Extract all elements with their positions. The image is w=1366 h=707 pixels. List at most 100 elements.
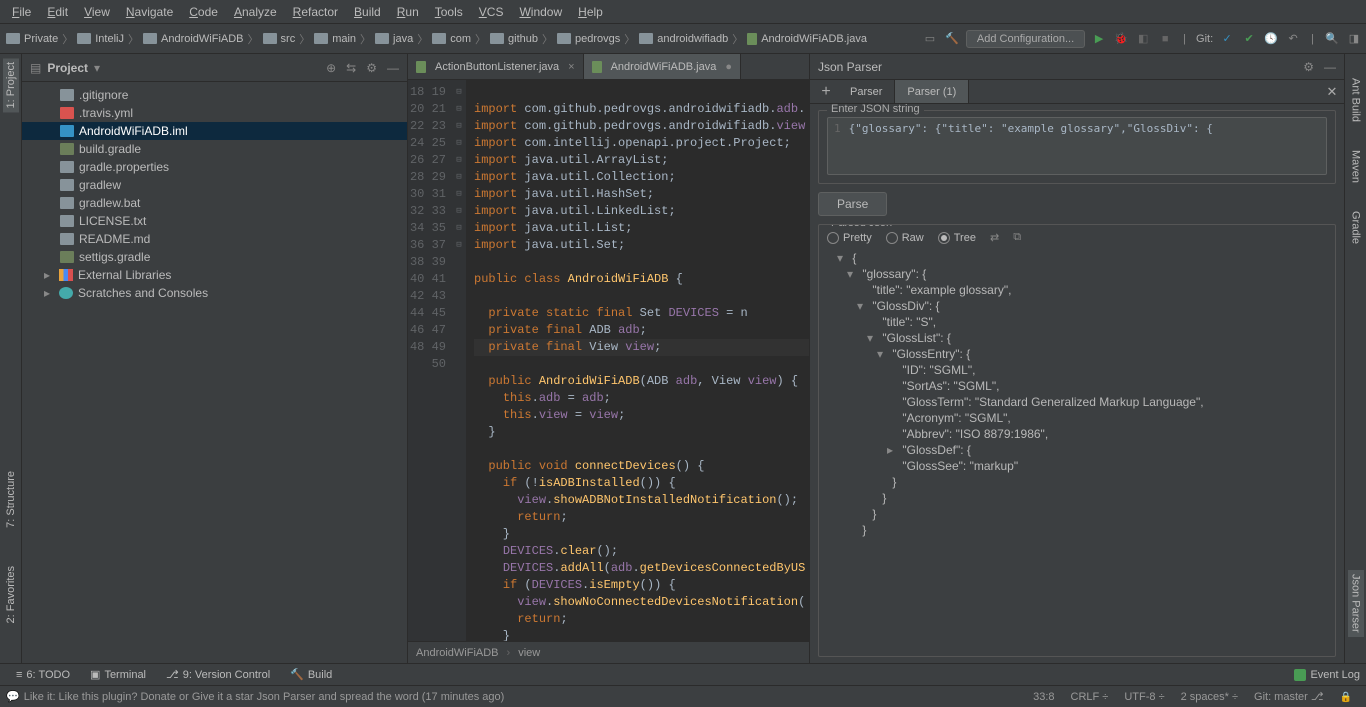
json-tree-row[interactable]: ▸ "GlossDef": { <box>827 442 1327 458</box>
file-encoding[interactable]: UTF-8 ÷ <box>1116 691 1172 703</box>
json-parser-tab[interactable]: Json Parser <box>1348 570 1364 637</box>
tree-item[interactable]: README.md <box>22 230 407 248</box>
event-log-tab[interactable]: Event Log <box>1294 669 1360 681</box>
search-icon[interactable]: 🔍 <box>1324 31 1340 47</box>
menu-vcs[interactable]: VCS <box>471 2 512 22</box>
menu-edit[interactable]: Edit <box>39 2 76 22</box>
run-icon[interactable]: ▶ <box>1091 31 1107 47</box>
menu-refactor[interactable]: Refactor <box>285 2 346 22</box>
json-tree-row[interactable]: } <box>827 474 1327 490</box>
external-libraries[interactable]: ▸External Libraries <box>22 266 407 284</box>
json-tree-row[interactable]: } <box>827 506 1327 522</box>
json-tree-row[interactable]: "title": "example glossary", <box>827 282 1327 298</box>
editor-tab[interactable]: ActionButtonListener.java× <box>408 54 584 79</box>
debug-icon[interactable]: 🐞 <box>1113 31 1129 47</box>
settings-icon[interactable]: ⚙ <box>366 61 377 75</box>
parser-tab[interactable]: Parser (1) <box>895 80 969 103</box>
build-icon[interactable]: 🔨 <box>944 31 960 47</box>
menu-code[interactable]: Code <box>181 2 226 22</box>
parse-button[interactable]: Parse <box>818 192 887 216</box>
format-icon[interactable]: ⇄ <box>990 231 999 244</box>
breadcrumb-item[interactable]: InteliJ <box>75 33 126 45</box>
json-tree-row[interactable]: ▾ "GlossDiv": { <box>827 298 1327 314</box>
breadcrumb-item[interactable]: com <box>430 33 473 45</box>
menu-tools[interactable]: Tools <box>427 2 471 22</box>
menu-analyze[interactable]: Analyze <box>226 2 285 22</box>
tree-item[interactable]: .travis.yml <box>22 104 407 122</box>
json-tree-row[interactable]: ▾ "GlossList": { <box>827 330 1327 346</box>
menu-help[interactable]: Help <box>570 2 611 22</box>
locate-icon[interactable]: ⊕ <box>326 61 336 75</box>
breadcrumb-item[interactable]: AndroidWiFiADB.java <box>745 33 869 45</box>
json-tree-row[interactable]: } <box>827 522 1327 538</box>
json-input-textarea[interactable]: 1 {"glossary": {"title": "example glossa… <box>827 117 1327 175</box>
json-tree-view[interactable]: ▾ { ▾ "glossary": { "title": "example gl… <box>827 250 1327 538</box>
close-tab-icon[interactable]: × <box>564 61 574 73</box>
scratches-consoles[interactable]: ▸Scratches and Consoles <box>22 284 407 302</box>
json-tree-row[interactable]: "title": "S", <box>827 314 1327 330</box>
todo-tab[interactable]: ≡6: TODO <box>6 669 80 681</box>
view-mode-pretty[interactable]: Pretty <box>827 232 872 244</box>
indent-setting[interactable]: 2 spaces* ÷ <box>1173 691 1246 703</box>
add-parser-tab-button[interactable]: + <box>814 80 838 103</box>
json-tree-row[interactable]: "ID": "SGML", <box>827 362 1327 378</box>
ide-settings-icon[interactable]: ◨ <box>1346 31 1362 47</box>
menu-view[interactable]: View <box>76 2 118 22</box>
json-tree-row[interactable]: } <box>827 490 1327 506</box>
view-mode-tree[interactable]: Tree <box>938 232 976 244</box>
collapse-icon[interactable]: ⇆ <box>346 61 356 75</box>
git-commit-icon[interactable]: ✔ <box>1241 31 1257 47</box>
ant-build-tab[interactable]: Ant Build <box>1348 74 1364 126</box>
build-tab[interactable]: 🔨Build <box>280 668 342 681</box>
tree-item[interactable]: gradlew <box>22 176 407 194</box>
coverage-icon[interactable]: ◧ <box>1135 31 1151 47</box>
terminal-tab[interactable]: ▣Terminal <box>80 668 156 681</box>
close-tab-icon[interactable]: ● <box>721 61 732 73</box>
project-tool-tab[interactable]: 1: Project <box>3 58 19 112</box>
tree-item[interactable]: build.gradle <box>22 140 407 158</box>
json-settings-icon[interactable]: ⚙ <box>1303 60 1314 74</box>
json-tree-row[interactable]: ▾ { <box>827 250 1327 266</box>
tree-item[interactable]: settigs.gradle <box>22 248 407 266</box>
lock-icon[interactable] <box>1332 691 1360 703</box>
gradle-tab[interactable]: Gradle <box>1348 207 1364 248</box>
project-tree[interactable]: .gitignore.travis.ymlAndroidWiFiADB.imlb… <box>22 82 407 663</box>
git-update-icon[interactable]: ✓ <box>1219 31 1235 47</box>
run-configuration-selector[interactable]: Add Configuration... <box>966 30 1085 48</box>
breadcrumb-item[interactable]: AndroidWiFiADB <box>141 33 246 45</box>
menu-build[interactable]: Build <box>346 2 389 22</box>
json-tree-row[interactable]: "GlossTerm": "Standard Generalized Marku… <box>827 394 1327 410</box>
breadcrumb-item[interactable]: src <box>261 33 298 45</box>
structure-tool-tab[interactable]: 7: Structure <box>3 467 19 532</box>
tree-item[interactable]: LICENSE.txt <box>22 212 407 230</box>
json-tree-row[interactable]: ▾ "glossary": { <box>827 266 1327 282</box>
code-content[interactable]: import com.github.pedrovgs.androidwifiad… <box>466 80 809 641</box>
breadcrumb-item[interactable]: github <box>488 33 540 45</box>
tree-item[interactable]: gradle.properties <box>22 158 407 176</box>
json-tree-row[interactable]: ▾ "GlossEntry": { <box>827 346 1327 362</box>
breadcrumb-item[interactable]: main <box>312 33 358 45</box>
git-history-icon[interactable]: 🕓 <box>1263 31 1279 47</box>
menu-run[interactable]: Run <box>389 2 427 22</box>
tree-item[interactable]: gradlew.bat <box>22 194 407 212</box>
menu-file[interactable]: File <box>4 2 39 22</box>
close-parser-tab-icon[interactable]: ✕ <box>1320 80 1344 103</box>
git-branch[interactable]: Git: master ⎇ <box>1246 690 1332 703</box>
maven-tab[interactable]: Maven <box>1348 146 1364 187</box>
version-control-tab[interactable]: ⎇9: Version Control <box>156 668 280 681</box>
json-tree-row[interactable]: "GlossSee": "markup" <box>827 458 1327 474</box>
json-tree-row[interactable]: "Acronym": "SGML", <box>827 410 1327 426</box>
json-tree-row[interactable]: "Abbrev": "ISO 8879:1986", <box>827 426 1327 442</box>
hide-icon[interactable]: — <box>387 61 399 75</box>
json-tree-row[interactable]: "SortAs": "SGML", <box>827 378 1327 394</box>
favorites-tool-tab[interactable]: 2: Favorites <box>3 562 19 627</box>
tree-item[interactable]: AndroidWiFiADB.iml <box>22 122 407 140</box>
editor-breadcrumb[interactable]: AndroidWiFiADB › view <box>408 641 809 663</box>
breadcrumb-item[interactable]: Private <box>4 33 60 45</box>
view-mode-raw[interactable]: Raw <box>886 232 924 244</box>
stop-icon[interactable]: ■ <box>1157 31 1173 47</box>
tree-item[interactable]: .gitignore <box>22 86 407 104</box>
caret-position[interactable]: 33:8 <box>1025 691 1062 703</box>
menu-window[interactable]: Window <box>511 2 570 22</box>
json-hide-icon[interactable]: — <box>1324 60 1336 74</box>
